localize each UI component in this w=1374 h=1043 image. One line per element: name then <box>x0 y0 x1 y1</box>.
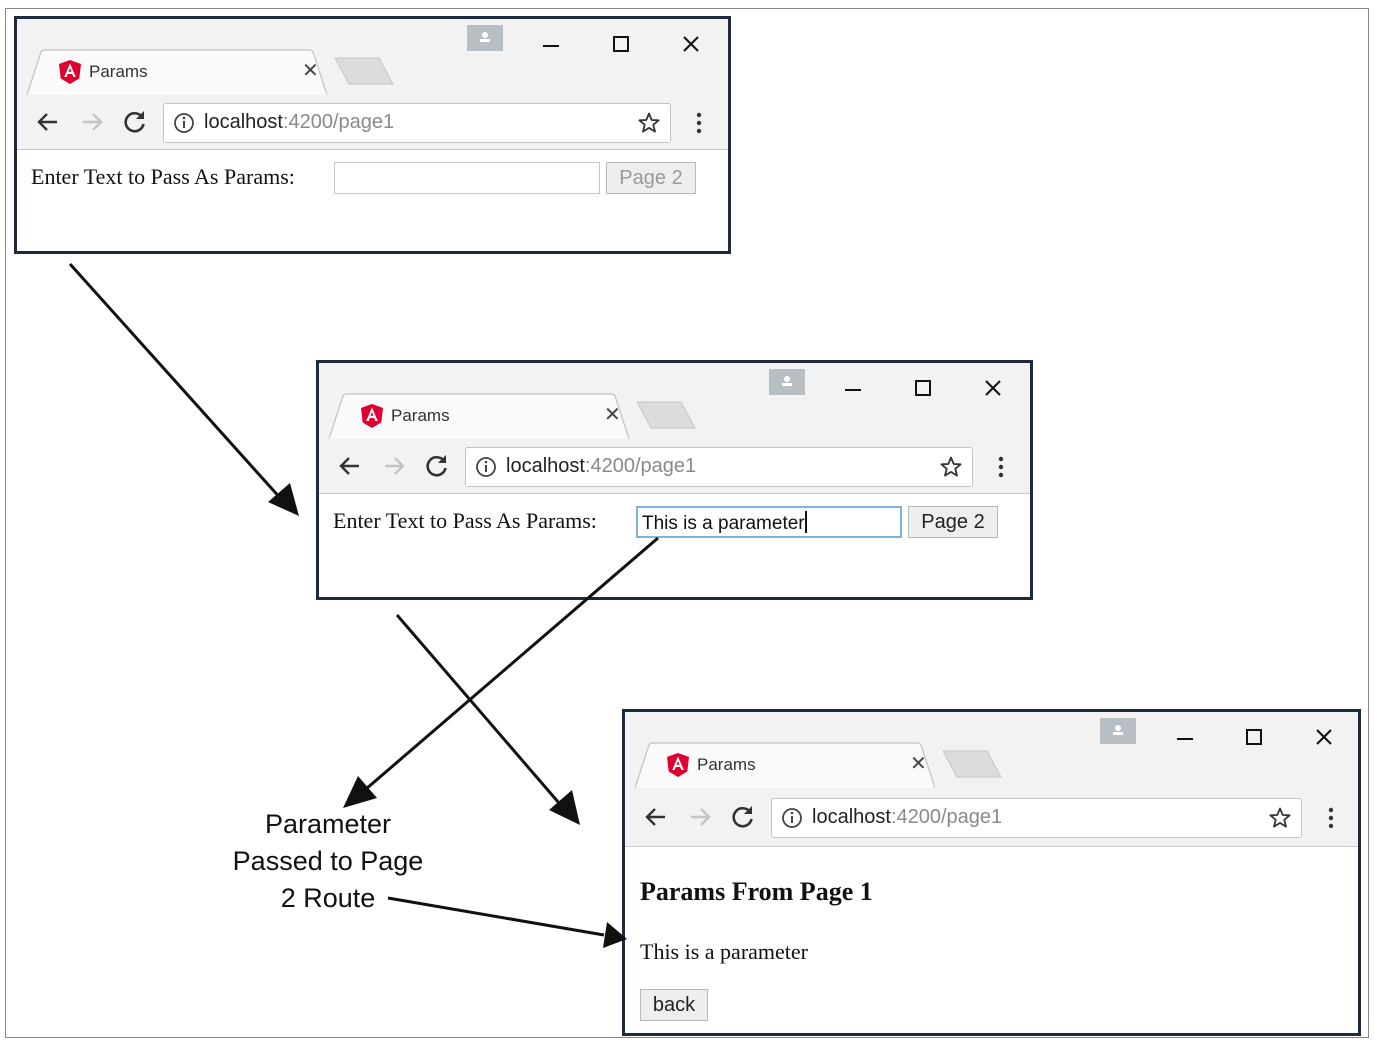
profile-icon[interactable] <box>467 25 503 51</box>
browser-tab[interactable]: Params ✕ <box>27 49 327 95</box>
angular-logo-icon <box>667 753 689 777</box>
close-icon[interactable] <box>978 373 1008 403</box>
tab-close-icon[interactable]: ✕ <box>910 754 927 774</box>
address-bar-row: localhost:4200/page1 <box>17 97 728 149</box>
tab-title: Params <box>697 755 756 774</box>
info-circle-icon[interactable] <box>475 456 497 478</box>
arrow-left-icon[interactable] <box>641 802 671 832</box>
address-bar[interactable]: localhost:4200/page1 <box>465 447 973 487</box>
text-caret <box>804 511 807 533</box>
arrow-right-icon[interactable] <box>379 451 409 481</box>
arrow-left-icon[interactable] <box>33 107 63 137</box>
page-content: Enter Text to Pass As Params: This is a … <box>319 494 1030 597</box>
browser-window-page2: Params ✕ localhost:4200/page1 Params Fro… <box>622 709 1361 1036</box>
address-bar-row: localhost:4200/page1 <box>625 792 1358 844</box>
maximize-icon[interactable] <box>1239 722 1269 752</box>
arrow-left-icon[interactable] <box>335 451 365 481</box>
minimize-icon[interactable] <box>536 29 566 59</box>
maximize-icon[interactable] <box>606 29 636 59</box>
page2-button[interactable]: Page 2 <box>606 162 696 194</box>
browser-chrome: Params ✕ localhost:4200/page1 <box>319 363 1030 494</box>
params-label: Enter Text to Pass As Params: <box>333 508 597 533</box>
star-outline-icon[interactable] <box>1268 806 1292 830</box>
url-text: localhost:4200/page1 <box>812 806 1002 829</box>
reload-icon[interactable] <box>120 107 150 137</box>
address-bar-row: localhost:4200/page1 <box>319 441 1030 493</box>
kebab-menu-icon[interactable] <box>689 111 709 135</box>
browser-window-page1-empty: Params ✕ localhost:4200/page1 Enter Text… <box>14 16 731 254</box>
page2-button[interactable]: Page 2 <box>908 506 998 538</box>
angular-logo-icon <box>59 60 81 84</box>
browser-window-page1-filled: Params ✕ localhost:4200/page1 Enter Text… <box>316 360 1033 600</box>
address-bar[interactable]: localhost:4200/page1 <box>163 103 671 143</box>
arrow-right-icon[interactable] <box>77 107 107 137</box>
params-input[interactable]: This is a parameter <box>636 506 902 538</box>
callout-line-1: Parameter <box>264 809 392 839</box>
maximize-icon[interactable] <box>908 373 938 403</box>
profile-icon[interactable] <box>769 369 805 395</box>
info-circle-icon[interactable] <box>781 807 803 829</box>
browser-tab[interactable]: Params ✕ <box>329 393 629 439</box>
url-text: localhost:4200/page1 <box>204 111 394 134</box>
params-label: Enter Text to Pass As Params: <box>31 164 295 189</box>
url-path: :4200/page1 <box>282 111 395 133</box>
browser-tab[interactable]: Params ✕ <box>635 742 935 788</box>
tab-title: Params <box>89 62 148 81</box>
minimize-icon[interactable] <box>838 373 868 403</box>
reload-icon[interactable] <box>728 802 758 832</box>
url-host: localhost <box>204 111 283 133</box>
reload-icon[interactable] <box>422 451 452 481</box>
browser-chrome: Params ✕ localhost:4200/page1 <box>17 19 728 150</box>
params-input-value: This is a parameter <box>642 513 805 534</box>
kebab-menu-icon[interactable] <box>991 455 1011 479</box>
callout-line-3: 2 Route <box>280 883 376 913</box>
url-text: localhost:4200/page1 <box>506 455 696 478</box>
info-circle-icon[interactable] <box>173 112 195 134</box>
star-outline-icon[interactable] <box>939 455 963 479</box>
close-icon[interactable] <box>1309 722 1339 752</box>
new-tab-button[interactable] <box>335 57 395 85</box>
params-input[interactable] <box>334 162 600 194</box>
arrow-right-icon[interactable] <box>685 802 715 832</box>
kebab-menu-icon[interactable] <box>1321 806 1341 830</box>
tab-close-icon[interactable]: ✕ <box>302 61 319 81</box>
minimize-icon[interactable] <box>1170 722 1200 752</box>
param-text: This is a parameter <box>640 939 808 964</box>
browser-chrome: Params ✕ localhost:4200/page1 <box>625 712 1358 847</box>
page-content: Enter Text to Pass As Params: Page 2 <box>17 150 728 251</box>
profile-icon[interactable] <box>1100 718 1136 744</box>
page-heading: Params From Page 1 <box>640 877 873 906</box>
tab-close-icon[interactable]: ✕ <box>604 405 621 425</box>
close-icon[interactable] <box>676 29 706 59</box>
angular-logo-icon <box>361 404 383 428</box>
tab-title: Params <box>391 406 450 425</box>
url-host: localhost <box>812 806 891 828</box>
star-outline-icon[interactable] <box>637 111 661 135</box>
new-tab-button[interactable] <box>943 750 1003 778</box>
callout-line-2: Passed to Page <box>232 846 424 876</box>
url-path: :4200/page1 <box>890 806 1003 828</box>
url-host: localhost <box>506 455 585 477</box>
url-path: :4200/page1 <box>584 455 697 477</box>
address-bar[interactable]: localhost:4200/page1 <box>771 798 1302 838</box>
back-button[interactable]: back <box>640 989 708 1021</box>
callout-annotation: Parameter Passed to Page 2 Route <box>208 806 448 917</box>
new-tab-button[interactable] <box>637 401 697 429</box>
page-content: Params From Page 1 This is a parameter b… <box>625 847 1358 1033</box>
